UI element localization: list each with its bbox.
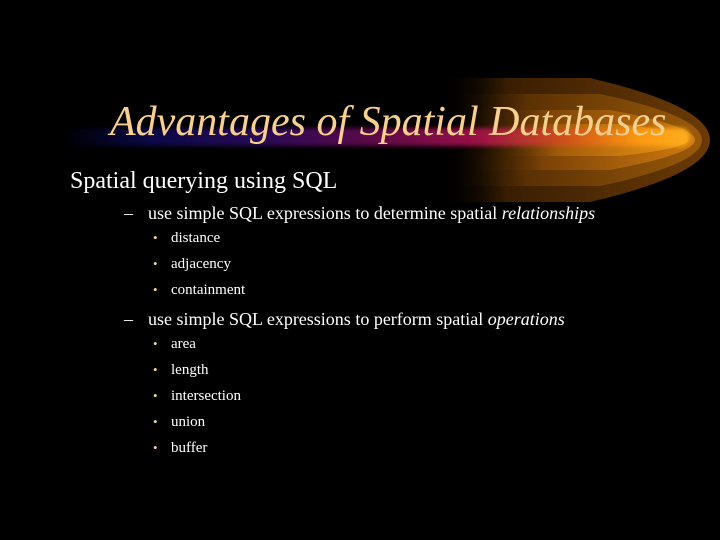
list-item: • intersection	[153, 388, 241, 405]
list-item: • union	[153, 414, 205, 431]
list-item-text: intersection	[171, 388, 241, 404]
dash-icon: –	[124, 309, 133, 329]
list-item: • containment	[153, 282, 245, 299]
list-item: • adjacency	[153, 256, 231, 273]
slide-title: Advantages of Spatial Databases	[110, 99, 667, 145]
bullet-icon: •	[153, 388, 158, 403]
bullet-level1-text: Spatial querying using SQL	[70, 168, 338, 194]
bullet-level1: Spatial querying using SQL	[70, 168, 337, 195]
bullet-icon: •	[153, 336, 158, 351]
list-item-text: distance	[171, 230, 221, 246]
list-item: • area	[153, 336, 196, 353]
sub-bullet-operations: – use simple SQL expressions to perform s…	[124, 309, 565, 330]
list-item-text: buffer	[171, 440, 208, 456]
sub-bullet-text: use simple SQL expressions to determine …	[148, 203, 502, 223]
bullet-icon: •	[153, 282, 158, 297]
list-item-text: area	[171, 336, 196, 352]
bullet-icon: •	[153, 362, 158, 377]
list-item-text: length	[171, 362, 209, 378]
dash-icon: –	[124, 203, 133, 223]
slide: Advantages of Spatial Databases Spatial …	[0, 0, 720, 540]
list-item-text: adjacency	[171, 256, 231, 272]
sub-bullet-emphasis: relationships	[501, 203, 596, 223]
list-item-text: union	[171, 414, 206, 430]
list-item: • distance	[153, 230, 220, 247]
sub-bullet-relationships: – use simple SQL expressions to determine…	[124, 203, 595, 224]
bullet-icon: •	[153, 440, 158, 455]
sub-bullet-text: use simple SQL expressions to perform sp…	[148, 309, 488, 329]
sub-bullet-emphasis: operations	[487, 309, 565, 329]
bullet-icon: •	[153, 414, 158, 429]
list-item-text: containment	[171, 282, 246, 298]
bullet-icon: •	[153, 256, 158, 271]
list-item: • buffer	[153, 440, 207, 457]
list-item: • length	[153, 362, 209, 379]
bullet-icon: •	[153, 230, 158, 245]
